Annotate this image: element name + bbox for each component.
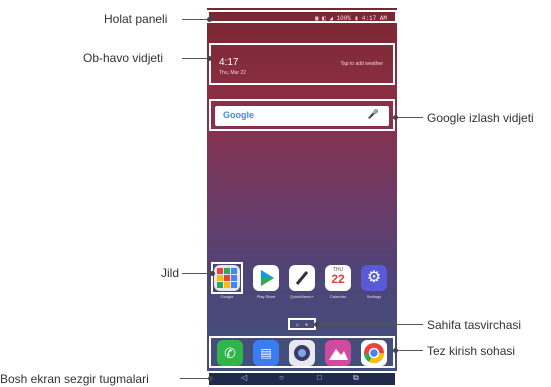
callout-page-indicator: Sahifa tasvirchasi (427, 318, 522, 332)
google-logo: Google (223, 110, 254, 120)
quick-access-area: ✆ ▤ (209, 336, 395, 368)
status-icons: ▣ ◧ ◢ 100% ▮ 4:17 AM (314, 15, 387, 22)
leader-line (180, 378, 210, 379)
app-label-google: Google (220, 294, 234, 299)
app-label-settings: Settings (366, 294, 382, 299)
dual-window-icon[interactable]: ⧉ (353, 373, 359, 383)
messages-icon[interactable]: ▤ (253, 340, 279, 366)
quickmemo-icon[interactable] (289, 265, 315, 291)
leader-dot (210, 271, 215, 276)
callout-google-widget: Google izlash vidjeti (427, 111, 534, 125)
callout-weather-widget: Ob-havo vidjeti (83, 51, 164, 65)
phone-icon[interactable]: ✆ (217, 340, 243, 366)
nav-buttons (207, 371, 397, 387)
page-indicator[interactable]: ⌂ ● (288, 318, 316, 330)
leader-dot (207, 56, 212, 61)
weather-widget[interactable]: 4:17 Thu, Mar 22 Tap to add weather (209, 43, 395, 85)
home-icon[interactable]: ○ (279, 373, 284, 382)
leader-dot (393, 115, 398, 120)
gallery-icon[interactable] (325, 340, 351, 366)
leader-line (182, 58, 209, 59)
leader-line (316, 324, 423, 325)
home-page-dot: ⌂ (296, 322, 300, 328)
leader-dot (393, 348, 398, 353)
callout-folder: Jild (161, 266, 180, 280)
phone-screen: ▣ ◧ ◢ 100% ▮ 4:17 AM 4:17 Thu, Mar 22 Ta… (207, 8, 397, 387)
mic-icon[interactable]: 🎤 (368, 109, 379, 120)
chrome-icon[interactable] (361, 340, 387, 366)
weather-date: Thu, Mar 22 (219, 70, 246, 76)
callout-quick-access: Tez kirish sohasi (427, 344, 516, 358)
recents-icon[interactable]: □ (317, 373, 322, 382)
leader-dot (314, 322, 319, 327)
google-search-bar[interactable]: Google 🎤 (215, 106, 389, 126)
weather-tap-text[interactable]: Tap to add weather (340, 61, 383, 67)
app-label-quickmemo: QuickMemo+ (290, 294, 314, 299)
camera-icon[interactable] (289, 340, 315, 366)
leader-line (395, 350, 423, 351)
leader-dot (207, 17, 212, 22)
google-search-widget[interactable]: Google 🎤 (209, 99, 395, 131)
leader-line (182, 273, 212, 274)
leader-dot (208, 376, 213, 381)
navigation-bar: ◁ ○ □ ⧉ (207, 371, 397, 387)
folder-icon[interactable] (214, 265, 240, 291)
settings-icon[interactable]: ⚙ (361, 265, 387, 291)
callout-nav-buttons: Bosh ekran sezgir tugmalari (0, 372, 149, 386)
callout-status-bar: Holat paneli (104, 12, 168, 26)
status-bar: ▣ ◧ ◢ 100% ▮ 4:17 AM (207, 10, 397, 23)
app-label-calendar: Calendar (329, 294, 347, 299)
page-dot: ● (305, 322, 309, 328)
leader-line (395, 117, 423, 118)
calendar-date: 22 (331, 272, 345, 286)
leader-line (182, 19, 209, 20)
calendar-icon[interactable]: THU 22 (325, 265, 351, 291)
weather-time: 4:17 (219, 57, 239, 68)
back-icon[interactable]: ◁ (241, 373, 247, 382)
play-store-icon[interactable] (253, 265, 279, 291)
app-label-play-store: Play Store (256, 294, 276, 299)
